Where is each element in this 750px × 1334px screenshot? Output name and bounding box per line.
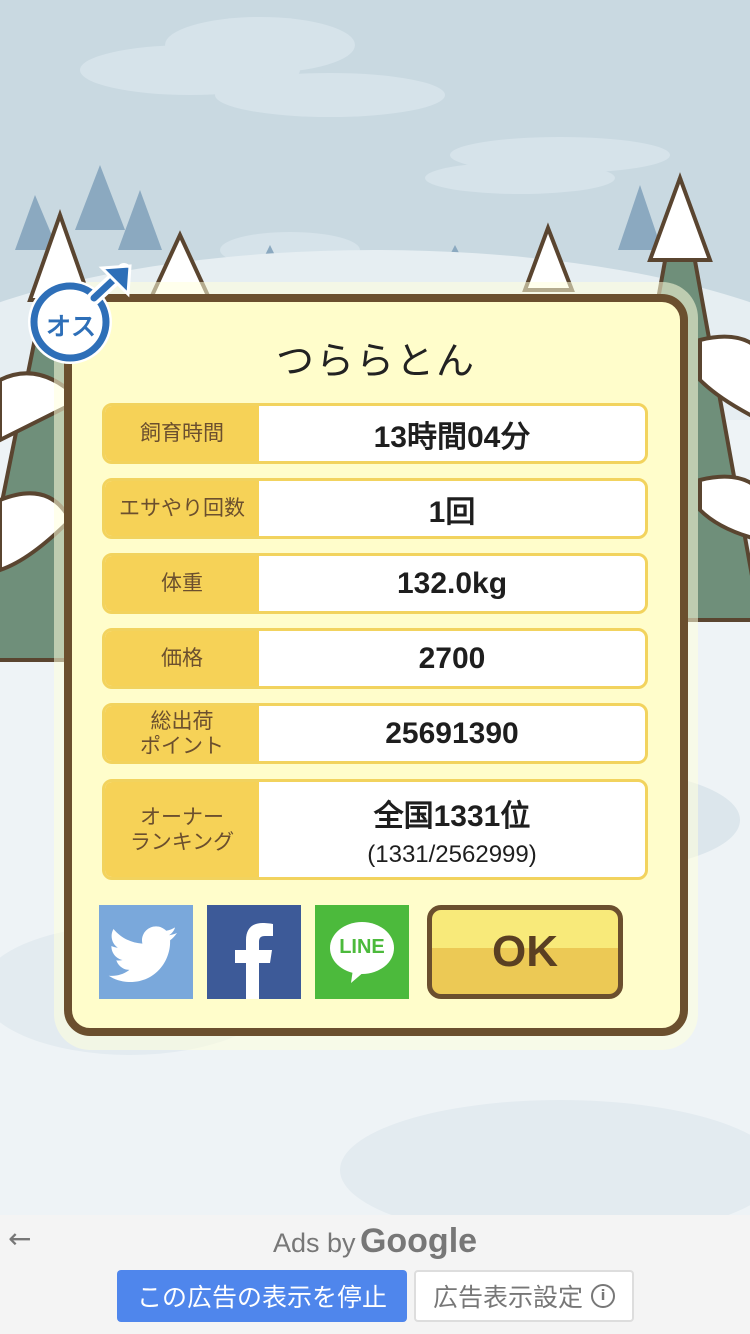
stat-value: 13時間04分 bbox=[373, 420, 531, 454]
stat-subvalue: (1331/2562999) bbox=[367, 840, 537, 868]
stat-value: 25691390 bbox=[385, 716, 519, 750]
stat-row-price: 価格 2700 bbox=[102, 628, 648, 689]
stop-ad-button[interactable]: この広告の表示を停止 bbox=[117, 1270, 407, 1322]
stat-value: 132.0kg bbox=[396, 566, 508, 600]
ads-by-google: Ads by Google bbox=[0, 1222, 750, 1261]
stat-row-feeding-time: 飼育時間 13時間04分 bbox=[102, 403, 648, 464]
stat-value: 1回 bbox=[428, 495, 476, 529]
stat-row-owner-ranking: オーナー ランキング 全国1331位 (1331/2562999) bbox=[102, 779, 648, 880]
twitter-share-button[interactable] bbox=[99, 905, 193, 999]
stat-label: 総出荷 ポイント bbox=[105, 706, 259, 761]
facebook-share-button[interactable] bbox=[207, 905, 301, 999]
line-label: LINE bbox=[339, 936, 385, 958]
stat-value: 全国1331位 bbox=[373, 799, 531, 833]
facebook-icon bbox=[235, 923, 273, 999]
twitter-icon bbox=[108, 926, 177, 982]
line-share-button[interactable]: LINE bbox=[315, 905, 409, 999]
stat-label: 価格 bbox=[105, 631, 259, 686]
stat-row-weight: 体重 132.0kg bbox=[102, 553, 648, 614]
stat-value: 2700 bbox=[418, 641, 486, 675]
info-icon: i bbox=[591, 1284, 615, 1308]
stat-label: 体重 bbox=[105, 556, 259, 611]
ads-by-text: Ads by bbox=[272, 1228, 356, 1258]
stat-label: エサやり回数 bbox=[105, 481, 259, 536]
ad-settings-button[interactable]: 広告表示設定 i bbox=[414, 1270, 634, 1322]
pet-name: つららとん bbox=[275, 339, 476, 383]
ok-button[interactable]: OK bbox=[427, 905, 623, 999]
stat-label: 飼育時間 bbox=[105, 406, 259, 461]
stat-label: オーナー ランキング bbox=[105, 782, 259, 877]
stat-row-feed-count: エサやり回数 1回 bbox=[102, 478, 648, 539]
stat-row-total-points: 総出荷 ポイント 25691390 bbox=[102, 703, 648, 764]
google-logo-text: Google bbox=[359, 1222, 478, 1260]
ad-settings-label: 広告表示設定 bbox=[432, 1283, 583, 1312]
